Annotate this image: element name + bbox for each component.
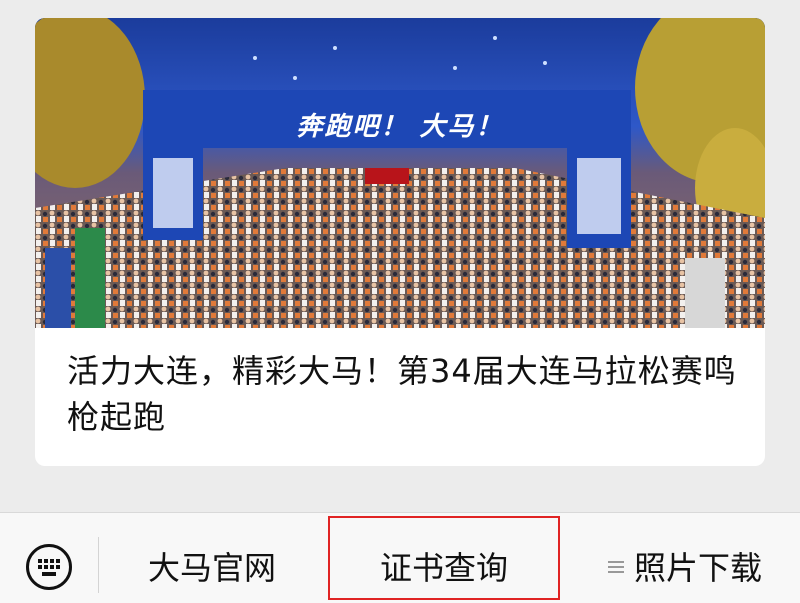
submenu-icon [607,559,624,575]
article-cover-image: 奔跑吧！ 大马！ [35,18,765,328]
menu-item-label: 证书查询 [379,549,508,587]
menu-item-label: 照片下载 [633,549,762,587]
menu-item-certificate-query[interactable]: 证书查询 [330,533,558,603]
pace-sign [365,168,409,184]
menu-item-photo-download[interactable]: 照片下载 [580,533,790,603]
arch-banner-text: 奔跑吧！ 大马！ [296,112,504,142]
bottom-menu-bar: 大马官网 证书查询 照片下载 [0,512,800,603]
keyboard-keys-icon [38,559,60,576]
article-title[interactable]: 活力大连，精彩大马！第34届大连马拉松赛鸣枪起跑 [67,348,747,440]
menu-item-official-site[interactable]: 大马官网 [112,533,312,603]
keyboard-icon[interactable] [26,544,72,590]
menu-item-label: 大马官网 [147,549,276,587]
article-card[interactable]: 奔跑吧！ 大马！ 活力大连，精彩大马！第34届大连马拉松赛鸣枪起跑 [35,18,765,466]
menu-divider [98,537,99,593]
